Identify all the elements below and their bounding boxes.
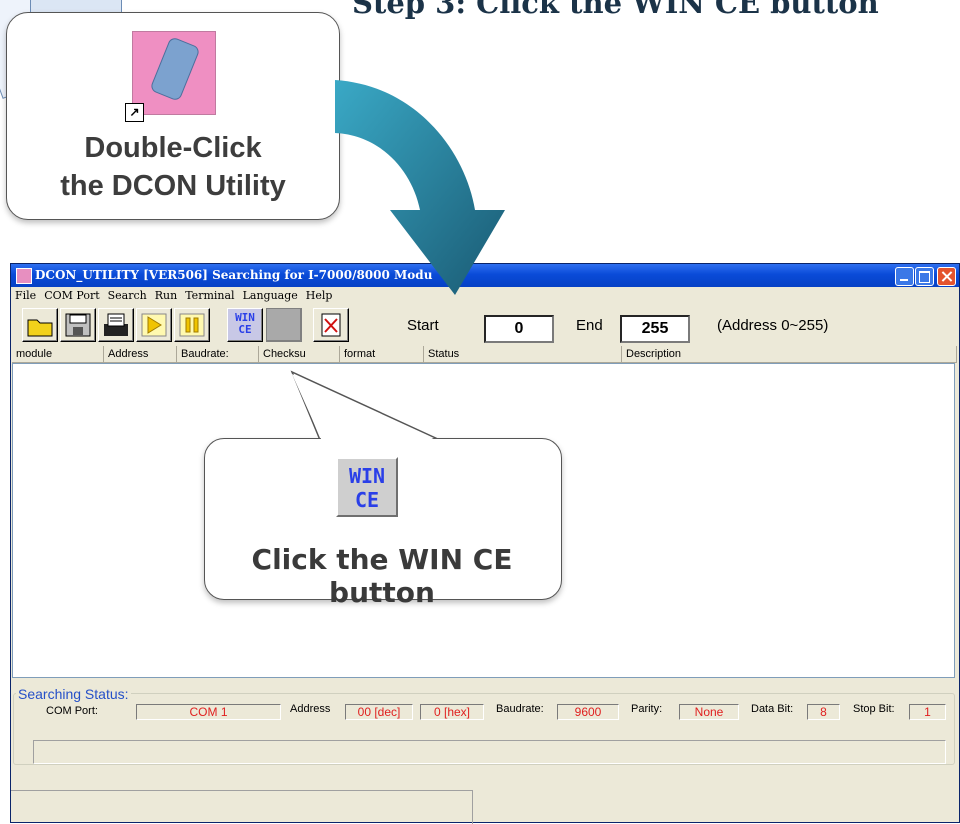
address-label: Address xyxy=(290,703,331,715)
searching-status-group: Searching Status: COM Port: COM 1 Addres… xyxy=(13,686,955,765)
big-wince-line-1: WIN xyxy=(348,464,386,488)
column-baudrate[interactable]: Baudrate: xyxy=(177,346,259,363)
column-checksum[interactable]: Checksu xyxy=(259,346,340,363)
run-button[interactable] xyxy=(136,308,172,342)
maximize-button[interactable] xyxy=(915,267,934,286)
data-bit-value: 8 xyxy=(807,704,840,720)
data-bit-label: Data Bit: xyxy=(751,703,794,715)
parity-value: None xyxy=(679,704,739,720)
menu-com-port[interactable]: COM Port xyxy=(40,287,103,302)
stop-bit-label: Stop Bit: xyxy=(853,703,895,715)
address-range-note: (Address 0~255) xyxy=(717,317,829,334)
end-label: End xyxy=(576,317,603,334)
menu-run[interactable]: Run xyxy=(151,287,181,302)
com-port-label: COM Port: xyxy=(46,705,98,717)
module-list-header: module Address Baudrate: Checksu format … xyxy=(12,346,958,363)
end-address-field[interactable]: 255 xyxy=(620,315,690,343)
click-instruction: Click the WIN CE button xyxy=(251,543,513,609)
shortcut-arrow-icon: ↗ xyxy=(125,103,144,122)
baudrate-value: 9600 xyxy=(557,704,619,720)
address-dec-value: 00 [dec] xyxy=(345,704,413,720)
baudrate-label: Baudrate: xyxy=(496,703,544,715)
wince-line-2: CE xyxy=(238,323,252,336)
menu-search[interactable]: Search xyxy=(104,287,151,302)
wince-icon-large: WIN CE xyxy=(336,457,398,517)
curved-arrow-icon xyxy=(335,80,505,295)
searching-status-title: Searching Status: xyxy=(16,686,131,702)
column-status[interactable]: Status xyxy=(424,346,622,363)
printer-icon xyxy=(104,313,128,336)
menu-file[interactable]: File xyxy=(11,287,40,302)
open-folder-button[interactable] xyxy=(22,308,58,342)
column-format[interactable]: format xyxy=(340,346,424,363)
stop-bit-value: 1 xyxy=(909,704,946,720)
status-bar xyxy=(11,790,473,824)
print-button[interactable] xyxy=(98,308,134,342)
address-hex-value: 0 [hex] xyxy=(420,704,484,720)
minimize-button[interactable] xyxy=(895,267,914,286)
step-heading: Step 3: Click the WIN CE button xyxy=(352,0,879,20)
close-button[interactable] xyxy=(937,267,956,286)
column-description[interactable]: Description xyxy=(622,346,957,363)
column-module[interactable]: module xyxy=(12,346,104,363)
folder-icon xyxy=(27,319,53,337)
save-button[interactable] xyxy=(60,308,96,342)
app-icon xyxy=(16,268,32,284)
play-icon xyxy=(141,313,167,337)
floppy-disk-icon xyxy=(65,313,91,337)
search-progress-bar xyxy=(33,740,946,764)
parity-label: Parity: xyxy=(631,703,663,715)
com-port-value: COM 1 xyxy=(136,704,281,720)
column-address[interactable]: Address xyxy=(104,346,177,363)
module-device-icon xyxy=(149,36,201,102)
big-wince-line-2: CE xyxy=(354,488,380,512)
